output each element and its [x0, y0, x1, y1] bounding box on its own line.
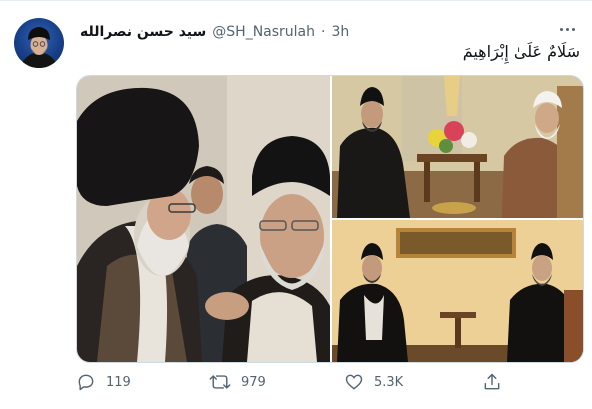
separator-dot: · [321, 24, 326, 40]
tweet-text: سَلَامٌ عَلَىٰ إِبْرَاهِيمَ [462, 42, 580, 61]
action-bar: 119 979 5.3K [76, 371, 526, 393]
tweet-card[interactable]: سید حسن نصرالله @SH_Nasrulah · 3h سَلَام… [0, 0, 592, 409]
photo-top-right[interactable] [332, 76, 583, 218]
photo-left-large[interactable] [77, 76, 330, 362]
retweet-count: 979 [241, 374, 266, 390]
media-grid [76, 75, 584, 363]
tweet-timestamp[interactable]: 3h [331, 24, 349, 40]
photo-bottom-right[interactable] [332, 220, 583, 362]
like-button[interactable]: 5.3K [344, 371, 403, 393]
retweet-icon [209, 375, 231, 389]
tweet-header: سید حسن نصرالله @SH_Nasrulah · 3h [80, 22, 349, 42]
author-display-name[interactable]: سید حسن نصرالله [80, 24, 206, 40]
retweet-button[interactable]: 979 [209, 371, 266, 393]
share-button[interactable] [482, 371, 502, 393]
author-handle[interactable]: @SH_Nasrulah [212, 24, 315, 40]
more-options-icon[interactable] [556, 21, 578, 37]
avatar[interactable] [14, 18, 64, 68]
reply-count: 119 [106, 374, 131, 390]
share-icon [484, 373, 500, 390]
reply-button[interactable]: 119 [76, 371, 131, 393]
reply-icon [78, 374, 94, 391]
like-count: 5.3K [374, 374, 404, 390]
heart-icon [345, 374, 363, 390]
avatar-portrait [20, 27, 58, 68]
